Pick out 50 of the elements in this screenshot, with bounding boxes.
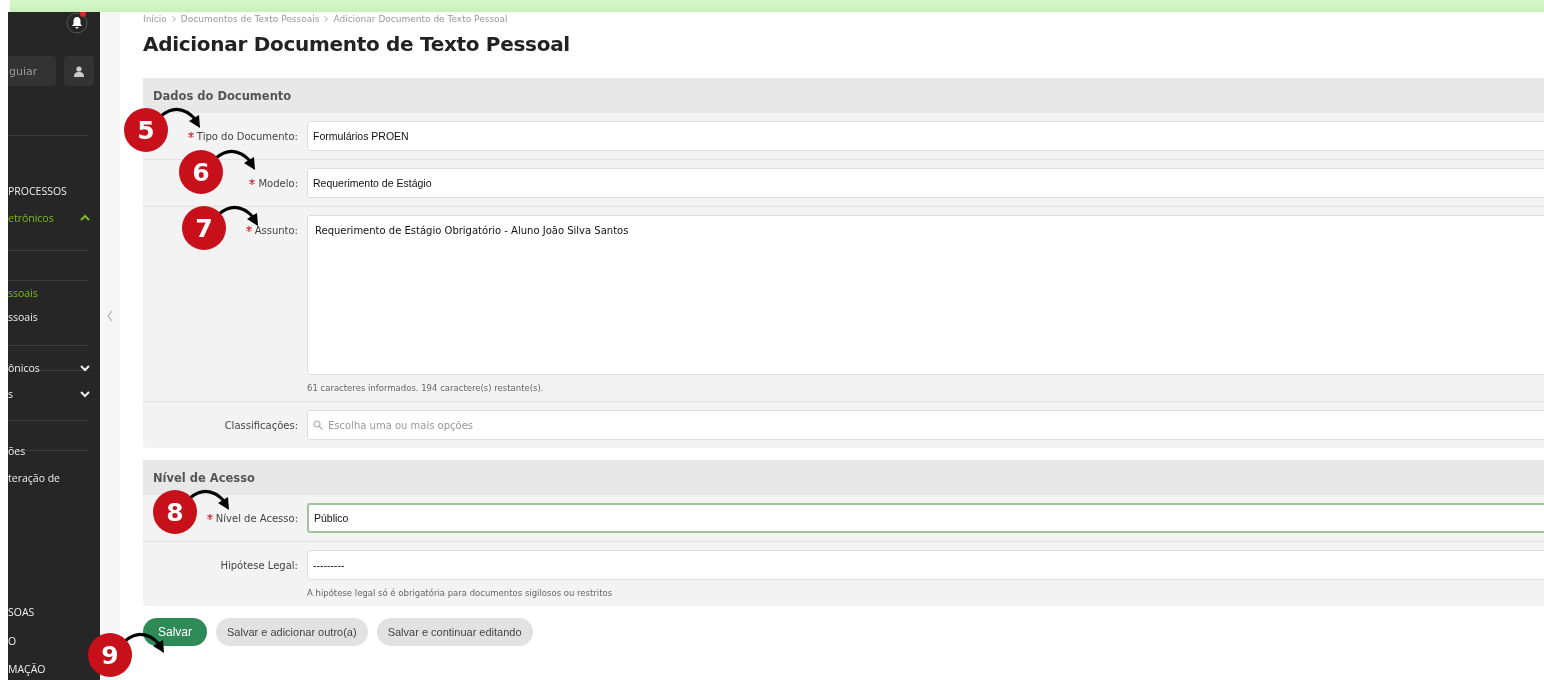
sidebar-item[interactable]: ônicos: [8, 361, 40, 375]
field-label: Assunto:: [254, 225, 298, 236]
secondary-button[interactable]: Salvar e continuar editando: [376, 618, 533, 646]
sidebar-item[interactable]: MAÇÃO: [8, 662, 46, 676]
sidebar-item[interactable]: ões: [8, 444, 26, 458]
breadcrumb-chevron-icon: [171, 15, 176, 22]
annotation-arrow: [218, 205, 258, 226]
search-button[interactable]: guiar: [8, 56, 56, 86]
step-badge: 5: [124, 108, 168, 152]
save-button[interactable]: Salvar: [143, 618, 207, 646]
page-title: Adicionar Documento de Texto Pessoal: [143, 32, 571, 56]
sidebar-item[interactable]: ssoais: [8, 310, 38, 324]
chevron-down-icon[interactable]: [80, 390, 90, 398]
help-text: 61 caracteres informados. 194 caractere(s) restante(s).: [307, 383, 545, 393]
field-label: Hipótese Legal:: [220, 560, 298, 571]
annotation-arrow: [215, 149, 255, 170]
sidebar-item[interactable]: ssoais: [8, 286, 38, 300]
sidebar-item[interactable]: etrônicos: [8, 211, 54, 225]
select-field[interactable]: ---------: [307, 550, 1544, 580]
field-label: Modelo:: [258, 178, 298, 189]
user-button[interactable]: [64, 56, 94, 86]
field-label: Tipo do Documento:: [196, 131, 298, 142]
sidebar-item[interactable]: O: [8, 634, 17, 648]
annotation-arrow: [189, 489, 229, 510]
breadcrumb-chevron-icon: [324, 15, 329, 22]
chevron-up-icon[interactable]: [80, 214, 90, 222]
select-field[interactable]: Requerimento de Estágio: [307, 168, 1544, 198]
sidebar-item[interactable]: PROCESSOS: [8, 184, 67, 198]
section-header: Dados do Documento: [143, 78, 1544, 113]
secondary-button[interactable]: Salvar e adicionar outro(a): [216, 618, 368, 646]
required-marker-icon: [245, 226, 252, 232]
sidebar-item[interactable]: s: [8, 387, 13, 401]
sidebar-item[interactable]: teração de: [8, 471, 60, 485]
field-label: Classificações:: [224, 420, 298, 431]
placeholder-text: Escolha uma ou mais opções: [328, 419, 474, 431]
select-field[interactable]: Formulários PROEN: [307, 121, 1544, 151]
required-marker-icon: [206, 514, 213, 520]
required-marker-icon: [187, 132, 194, 138]
annotation-arrow: [160, 107, 200, 128]
field-label: Nível de Acesso:: [215, 513, 298, 524]
help-text: A hipótese legal só é obrigatória para documentos sigilosos ou restritos: [307, 588, 614, 598]
required-marker-icon: [249, 179, 256, 185]
chevron-down-icon[interactable]: [80, 364, 90, 372]
subject-textarea[interactable]: Requerimento de Estágio Obrigatório - Aluno João Silva Santos: [307, 215, 1544, 375]
notification-bell-icon[interactable]: [66, 12, 88, 34]
section-header: Nível de Acesso: [143, 460, 1544, 495]
search-icon: [313, 420, 323, 430]
user-icon: [74, 65, 84, 77]
select-field[interactable]: Público: [307, 503, 1544, 533]
sidebar-item[interactable]: SOAS: [8, 605, 35, 619]
